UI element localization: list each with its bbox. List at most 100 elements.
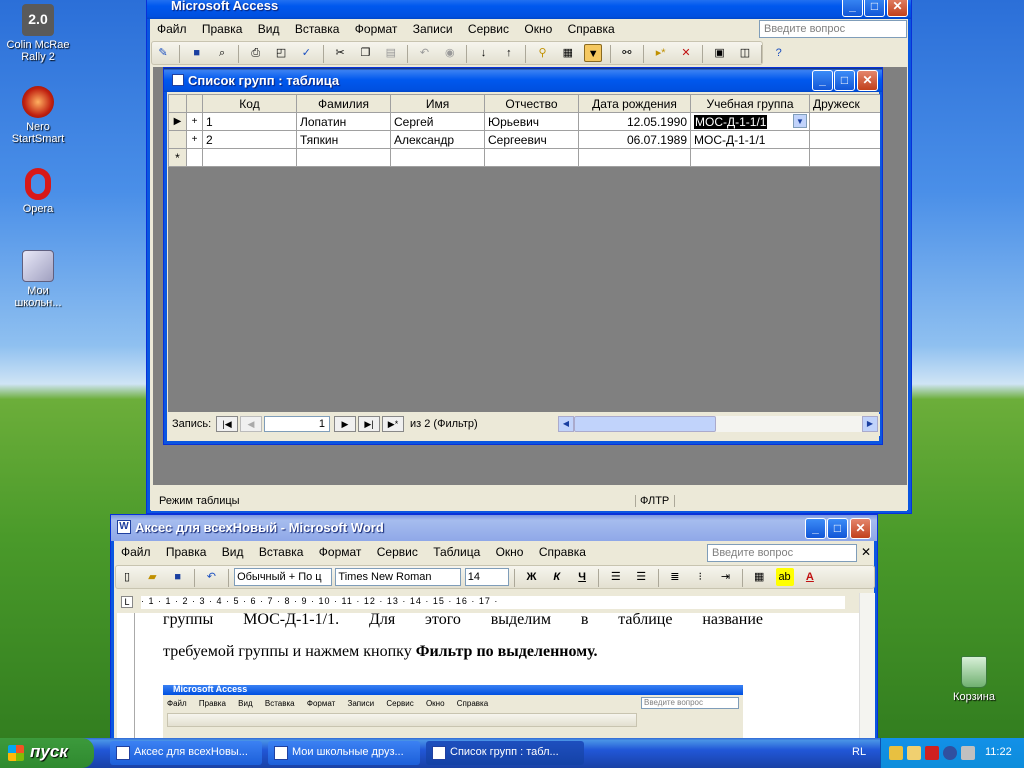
start-button[interactable]: пуск [0,738,94,768]
tray-device-icon[interactable] [943,746,957,760]
column-header-otchestvo[interactable]: Отчество [484,94,579,113]
view-icon[interactable]: ✎ [154,44,172,62]
word-minimize-button[interactable]: _ [805,518,826,539]
column-header-date[interactable]: Дата рождения [578,94,691,113]
new-document-icon[interactable]: ▯ [118,568,136,586]
clock[interactable]: 11:22 [985,746,1012,758]
new-object-icon[interactable]: ◫ [736,44,754,62]
menu-format[interactable]: Формат [313,542,368,562]
expand-button[interactable]: + [186,112,203,131]
cell-kod[interactable]: 2 [202,130,297,149]
find-icon[interactable]: ⚯ [618,44,636,62]
ruler[interactable]: L · 1 · 1 · 2 · 3 · 4 · 5 · 6 · 7 · 8 · … [117,593,859,611]
minimize-button[interactable]: _ [842,0,863,17]
column-header-group[interactable]: Учебная группа [690,94,810,113]
word-close-button[interactable]: ✕ [850,518,871,539]
record-selector[interactable] [168,130,187,149]
font-color-icon[interactable]: A [801,568,819,586]
menu-insert[interactable]: Вставка [289,19,346,39]
new-record-cell[interactable] [186,148,203,167]
insert-hyperlink-icon[interactable]: ◉ [441,44,459,62]
delete-record-icon[interactable]: ✕ [677,44,695,62]
cell-druzhesk[interactable] [809,112,880,131]
undo-icon[interactable]: ↶ [415,44,433,62]
bold-icon[interactable]: Ж [522,568,540,586]
word-ask-question-input[interactable]: Введите вопрос [707,544,857,562]
font-size-select[interactable]: 14 [464,568,509,586]
new-record-cell[interactable] [296,148,391,167]
menu-view[interactable]: Вид [216,542,250,562]
tray-network-icon[interactable] [889,746,903,760]
first-record-button[interactable]: |◀ [216,416,238,432]
cell-familia[interactable]: Лопатин [296,112,391,131]
document-page[interactable]: группы МОС-Д-1-1/1. Для этого выделим в … [135,613,859,745]
scroll-right-button[interactable]: ▶ [862,416,878,432]
word-maximize-button[interactable]: □ [827,518,848,539]
paste-icon[interactable]: ▤ [382,44,400,62]
save-icon[interactable]: ■ [188,44,206,62]
maximize-button[interactable]: □ [864,0,885,17]
record-selector-header[interactable] [168,94,187,113]
tray-antivirus-icon[interactable] [925,746,939,760]
taskbar-task-access-db[interactable]: Мои школьные друз... [268,741,420,765]
menu-window[interactable]: Окно [490,542,530,562]
previous-record-button[interactable]: ◀ [240,416,262,432]
font-select[interactable]: Times New Roman [335,568,462,586]
new-record-selector[interactable]: * [168,148,187,167]
column-header-kod[interactable]: Код [202,94,297,113]
expand-button[interactable]: + [186,130,203,149]
new-record-cell[interactable] [484,148,579,167]
table-minimize-button[interactable]: _ [812,70,833,91]
print-preview-icon[interactable]: ◰ [272,44,290,62]
filter-by-selection-icon[interactable]: ⚲ [534,44,552,62]
desktop-icon-opera[interactable]: Opera [2,168,74,215]
word-vertical-scrollbar[interactable] [859,593,875,745]
copy-icon[interactable]: ❐ [356,44,374,62]
menu-tools[interactable]: Сервис [462,19,515,39]
cell-group-selected[interactable]: МОС-Д-1-1/1 ▼ [690,112,810,131]
align-left-icon[interactable]: ☰ [607,568,625,586]
italic-icon[interactable]: К [548,568,566,586]
tray-volume-icon[interactable] [961,746,975,760]
align-center-icon[interactable]: ☰ [632,568,650,586]
horizontal-scrollbar-thumb[interactable] [574,416,716,432]
table-close-button[interactable]: ✕ [857,70,878,91]
search-file-icon[interactable]: ⌕ [213,44,231,62]
new-record-button[interactable]: ▶* [382,416,404,432]
word-doc-close-icon[interactable]: ✕ [861,545,871,559]
column-header-familia[interactable]: Фамилия [296,94,391,113]
table-maximize-button[interactable]: □ [834,70,855,91]
numbered-list-icon[interactable]: ≣ [666,568,684,586]
new-record-cell[interactable] [578,148,691,167]
save-icon[interactable]: ■ [169,568,187,586]
apply-filter-icon[interactable]: ▼ [584,44,603,62]
help-icon[interactable]: ? [770,44,788,62]
menu-insert[interactable]: Вставка [253,542,310,562]
cell-familia[interactable]: Тяпкин [296,130,391,149]
new-record-cell[interactable] [390,148,485,167]
menu-file[interactable]: Файл [115,542,157,562]
access-titlebar[interactable]: Microsoft Access [147,0,911,19]
database-window-icon[interactable]: ▣ [711,44,729,62]
highlight-icon[interactable]: ab [775,568,794,586]
cell-otchestvo[interactable]: Сергеевич [484,130,579,149]
bulleted-list-icon[interactable]: ⁝ [691,568,709,586]
cut-icon[interactable]: ✂ [331,44,349,62]
open-icon[interactable]: ▰ [143,568,161,586]
taskbar-task-word[interactable]: Аксес для всехНовы... [110,741,262,765]
combo-dropdown-button[interactable]: ▼ [793,114,807,128]
menu-file[interactable]: Файл [151,19,193,39]
cell-group[interactable]: МОС-Д-1-1/1 [690,130,810,149]
embedded-screenshot[interactable]: Microsoft Access Файл Правка Вид Вставка… [163,685,743,745]
menu-tools[interactable]: Сервис [371,542,424,562]
column-header-druzhesk[interactable]: Дружеск [809,94,880,113]
menu-edit[interactable]: Правка [160,542,213,562]
desktop-icon-my-school[interactable]: Мои школьн... [2,250,74,309]
menu-format[interactable]: Формат [349,19,404,39]
menu-table[interactable]: Таблица [427,542,486,562]
word-titlebar[interactable]: Аксес для всехНовый - Microsoft Word [111,515,877,541]
menu-help[interactable]: Справка [562,19,621,39]
sort-ascending-icon[interactable]: ↓ [475,44,493,62]
record-selector-current[interactable]: ▶ [168,112,187,131]
language-indicator[interactable]: RL [852,746,866,758]
